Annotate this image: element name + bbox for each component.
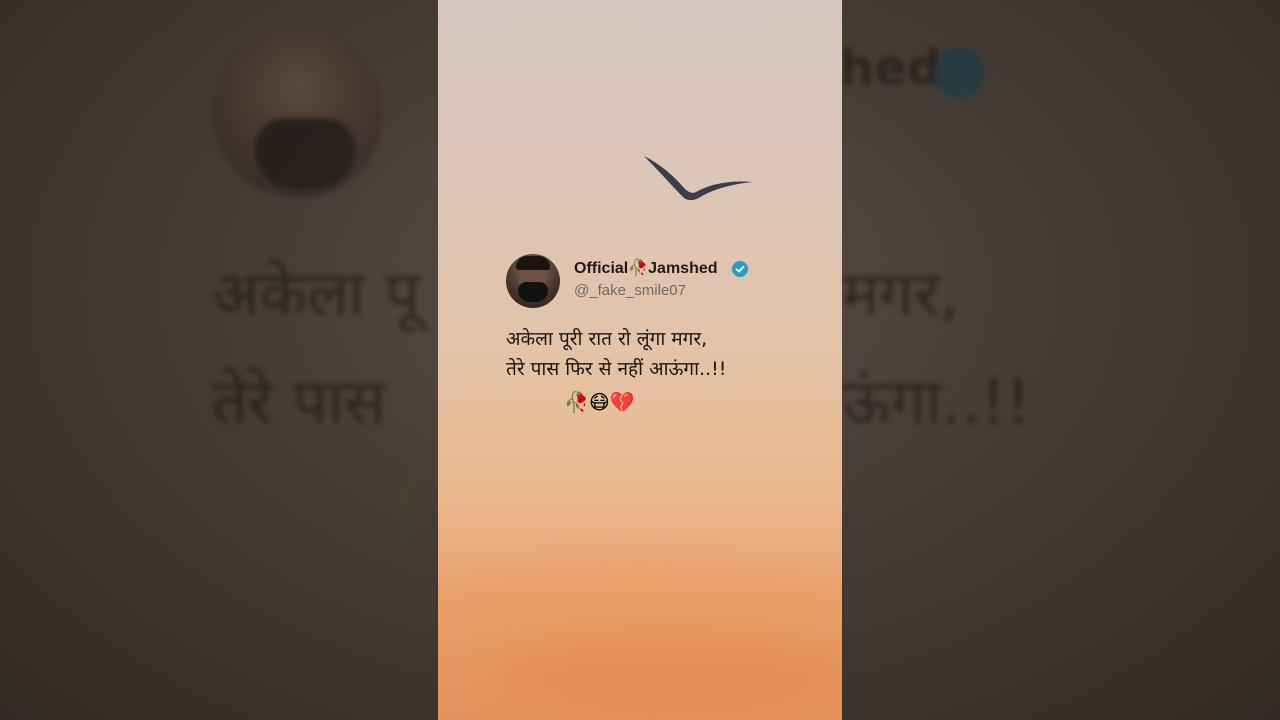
tweet-line-1: अकेला पूरी रात रो लूंगा मगर, — [506, 328, 708, 350]
verified-check-icon — [732, 261, 748, 277]
sunset-cloud — [498, 640, 842, 710]
backdrop-avatar — [213, 28, 383, 198]
backdrop-verified-icon — [934, 48, 984, 98]
bird-icon — [644, 156, 752, 201]
story-panel: Official🥀Jamshed @_fake_smile07 अकेला पू… — [438, 0, 842, 720]
avatar[interactable] — [506, 254, 560, 308]
backdrop-line2-left: तेरे पास — [212, 365, 386, 438]
emoji-row: 🥀😷💔 — [564, 390, 635, 414]
backdrop-name: hed — [840, 40, 942, 96]
tweet-line-2: तेरे पास फिर से नहीं आऊंगा..!! — [506, 358, 727, 380]
sunset-cloud — [438, 560, 842, 640]
tweet-text: अकेला पूरी रात रो लूंगा मगर, तेरे पास फि… — [506, 324, 726, 384]
backdrop-line2-right: ऊंगा..!! — [842, 365, 1031, 438]
backdrop-line1-right: मगर, — [842, 257, 960, 330]
user-handle[interactable]: @_fake_smile07 — [574, 282, 686, 299]
display-name[interactable]: Official🥀Jamshed — [574, 258, 718, 278]
backdrop-line1-left: अकेला पू — [212, 257, 421, 330]
video-frame: hed अकेला पू मगर, तेरे पास ऊंगा..!! Offi… — [0, 0, 1280, 720]
